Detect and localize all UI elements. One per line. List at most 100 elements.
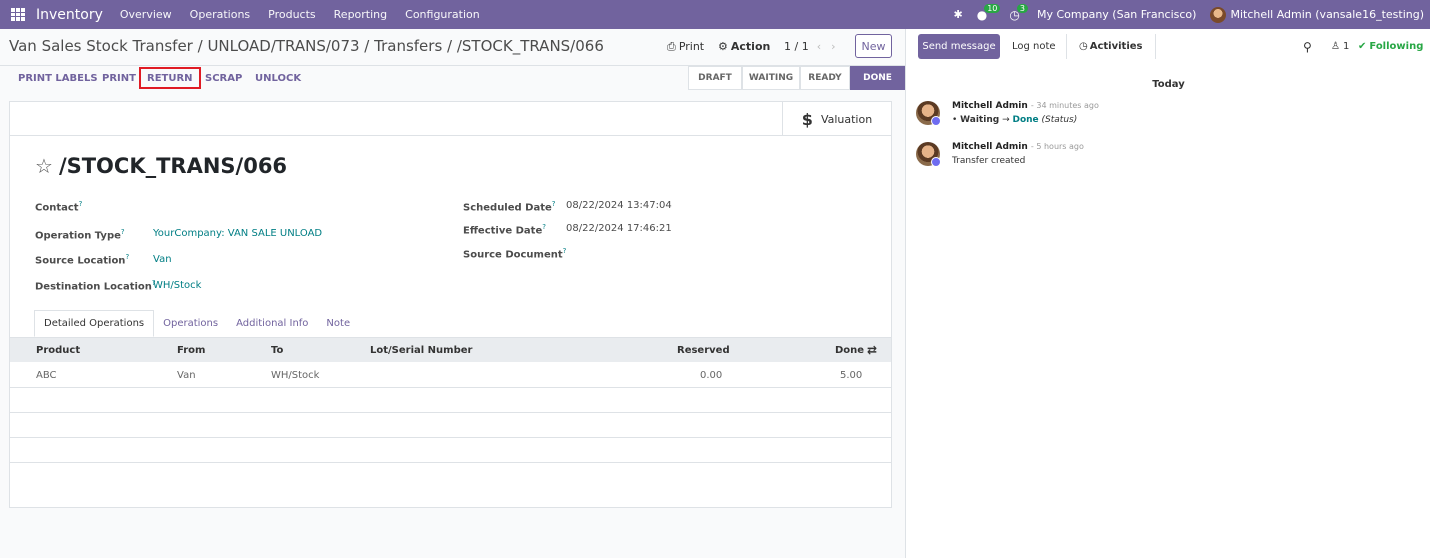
col-to[interactable]: To: [271, 345, 283, 356]
cell-to: WH/Stock: [271, 370, 320, 381]
send-message-button[interactable]: Send message: [918, 34, 1000, 59]
status-ready[interactable]: READY: [800, 66, 850, 90]
print-labels-button[interactable]: PRINT LABELS: [18, 66, 98, 90]
printer-icon: ⎙: [667, 39, 676, 53]
scheduled-date-label: Scheduled Date?: [463, 200, 556, 214]
chatter-panel: Send message Log note ◷ Activities ⚲ ♙ 1 ✔…: [905, 29, 1430, 558]
table-header: Product From To Lot/Serial Number Reserv…: [10, 337, 891, 362]
effective-date-value: 08/22/2024 17:46:21: [566, 223, 672, 234]
status-draft[interactable]: DRAFT: [688, 66, 742, 90]
tab-operations[interactable]: Operations: [154, 310, 227, 337]
top-navbar: Inventory Overview Operations Products R…: [0, 0, 1430, 29]
empty-row: [10, 413, 891, 438]
pager[interactable]: 1 / 1 ‹ ›: [784, 34, 836, 59]
col-product[interactable]: Product: [36, 345, 80, 356]
message-time: - 34 minutes ago: [1030, 101, 1099, 110]
print-button[interactable]: PRINT: [102, 66, 136, 90]
cell-reserved: 0.00: [700, 370, 723, 381]
status-waiting[interactable]: WAITING: [742, 66, 800, 90]
tab-detailed-operations[interactable]: Detailed Operations: [34, 310, 155, 337]
gear-icon: ⚙: [718, 40, 728, 53]
app-menu-icon[interactable]: [11, 8, 27, 21]
valuation-button[interactable]: $ Valuation: [782, 102, 891, 136]
author-avatar[interactable]: [916, 101, 941, 126]
user-menu[interactable]: Mitchell Admin (vansale16_testing): [1230, 8, 1424, 21]
old-value: Waiting: [960, 115, 1000, 125]
table-row[interactable]: ABC Van WH/Stock 0.00 5.00: [10, 363, 891, 388]
col-lot[interactable]: Lot/Serial Number: [370, 345, 472, 356]
menu-products[interactable]: Products: [268, 8, 316, 21]
message-header: Mitchell Admin - 5 hours ago: [952, 142, 1084, 152]
author-name[interactable]: Mitchell Admin: [952, 142, 1028, 152]
new-value: Done: [1012, 115, 1039, 125]
action-dropdown[interactable]: ⚙ Action: [718, 34, 770, 59]
followers-button[interactable]: ♙ 1: [1331, 34, 1349, 59]
return-button[interactable]: RETURN: [139, 67, 201, 89]
empty-row: [10, 438, 891, 463]
company-switcher[interactable]: My Company (San Francisco): [1037, 8, 1196, 21]
col-done[interactable]: Done: [835, 345, 864, 356]
print-label: Print: [678, 40, 705, 53]
col-from[interactable]: From: [177, 345, 205, 356]
operation-type-label: Operation Type?: [35, 228, 125, 242]
action-label: Action: [730, 40, 771, 53]
tab-note[interactable]: Note: [317, 310, 359, 337]
effective-date-label: Effective Date?: [463, 223, 546, 237]
clock-icon: ◷: [1079, 41, 1088, 52]
column-settings-icon[interactable]: ⇄: [867, 343, 877, 357]
menu-configuration[interactable]: Configuration: [405, 8, 480, 21]
operation-type-value[interactable]: YourCompany: VAN SALE UNLOAD: [153, 228, 322, 239]
menu-reporting[interactable]: Reporting: [334, 8, 387, 21]
message-header: Mitchell Admin - 34 minutes ago: [952, 101, 1099, 111]
notebook-tabs: Detailed Operations Operations Additiona…: [34, 310, 359, 337]
new-button[interactable]: New: [855, 34, 892, 58]
message: Mitchell Admin - 34 minutes ago • Waitin…: [916, 101, 1416, 135]
record-title-text: /STOCK_TRANS/066: [58, 154, 288, 178]
menu-operations[interactable]: Operations: [190, 8, 250, 21]
date-separator: Today: [1152, 79, 1185, 90]
message-time: - 5 hours ago: [1030, 142, 1084, 151]
source-location-label: Source Location?: [35, 253, 130, 267]
user-avatar[interactable]: [1210, 6, 1227, 23]
author-name[interactable]: Mitchell Admin: [952, 101, 1028, 111]
tracking-change: • Waiting → Done (Status): [952, 115, 1078, 125]
activities-button[interactable]: ◷ Activities: [1066, 34, 1156, 59]
activities-badge: 3: [1016, 4, 1028, 13]
form-sheet: $ Valuation ☆/STOCK_TRANS/066 Contact? Op…: [9, 101, 892, 508]
empty-row: [10, 388, 891, 413]
app-name[interactable]: Inventory: [36, 7, 103, 23]
cell-done: 5.00: [840, 370, 863, 381]
star-icon[interactable]: ☆: [35, 154, 53, 178]
field-name: (Status): [1041, 115, 1078, 125]
log-note-button[interactable]: Log note: [1012, 34, 1056, 59]
tab-additional-info[interactable]: Additional Info: [227, 310, 317, 337]
unlock-button[interactable]: UNLOCK: [255, 66, 301, 90]
scrap-button[interactable]: SCRAP: [205, 66, 242, 90]
pager-value: 1 / 1: [784, 40, 809, 53]
smart-button-box: $ Valuation: [10, 102, 891, 136]
destination-location-label: Destination Location?: [35, 279, 156, 293]
arrow-right-icon: →: [1002, 115, 1010, 125]
dollar-icon: $: [801, 109, 813, 129]
check-icon: ✔: [1358, 41, 1367, 52]
cell-product: ABC: [36, 370, 57, 381]
source-document-label: Source Document?: [463, 247, 567, 261]
menu-overview[interactable]: Overview: [120, 8, 172, 21]
following-button[interactable]: ✔ Following: [1358, 34, 1423, 59]
record-title: ☆/STOCK_TRANS/066: [35, 154, 287, 178]
paperclip-icon[interactable]: ⚲: [1303, 34, 1312, 59]
chevron-left-icon[interactable]: ‹: [817, 40, 821, 53]
author-avatar[interactable]: [916, 142, 941, 167]
destination-location-value[interactable]: WH/Stock: [153, 280, 201, 291]
breadcrumb[interactable]: Van Sales Stock Transfer / UNLOAD/TRANS/…: [9, 37, 604, 55]
message-body: Transfer created: [952, 156, 1026, 166]
status-done[interactable]: DONE: [850, 66, 905, 90]
valuation-label: Valuation: [820, 112, 873, 126]
source-location-value[interactable]: Van: [153, 254, 172, 265]
chevron-right-icon[interactable]: ›: [831, 40, 835, 53]
contact-label: Contact?: [35, 200, 83, 214]
col-reserved[interactable]: Reserved: [677, 345, 730, 356]
print-dropdown[interactable]: ⎙ Print: [667, 34, 704, 59]
bug-icon[interactable]: ✱: [954, 8, 963, 21]
message: Mitchell Admin - 5 hours ago Transfer cr…: [916, 142, 1416, 172]
